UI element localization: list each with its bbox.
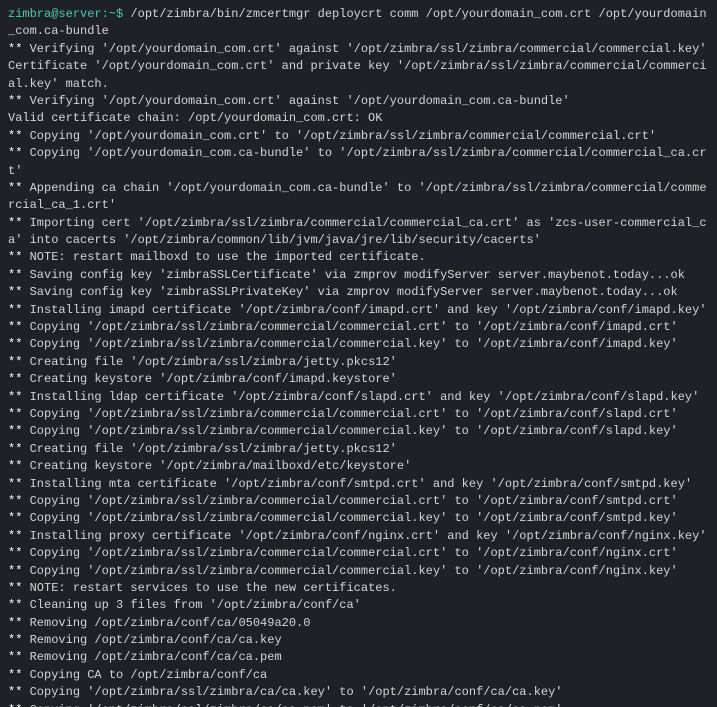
terminal-line: ** Cleaning up 3 files from '/opt/zimbra…: [8, 597, 709, 614]
terminal-line: ** Removing /opt/zimbra/conf/ca/05049a20…: [8, 615, 709, 632]
terminal-line: ** Saving config key 'zimbraSSLPrivateKe…: [8, 284, 709, 301]
terminal-line: ** Copying '/opt/zimbra/ssl/zimbra/comme…: [8, 406, 709, 423]
terminal-line: ** Appending ca chain '/opt/yourdomain_c…: [8, 180, 709, 215]
terminal-line: ** Copying '/opt/zimbra/ssl/zimbra/comme…: [8, 493, 709, 510]
terminal-line: ** Creating keystore '/opt/zimbra/mailbo…: [8, 458, 709, 475]
terminal-line: ** Copying '/opt/zimbra/ssl/zimbra/comme…: [8, 545, 709, 562]
terminal-output: zimbra@server:~$ /opt/zimbra/bin/zmcertm…: [8, 6, 709, 707]
terminal-line: ** Copying '/opt/yourdomain_com.crt' to …: [8, 128, 709, 145]
terminal-line: ** NOTE: restart services to use the new…: [8, 580, 709, 597]
terminal-line: ** Copying '/opt/zimbra/ssl/zimbra/comme…: [8, 510, 709, 527]
terminal-line: ** Copying '/opt/yourdomain_com.ca-bundl…: [8, 145, 709, 180]
terminal-line: Certificate '/opt/yourdomain_com.crt' an…: [8, 58, 709, 93]
terminal-line: ** Copying '/opt/zimbra/ssl/zimbra/comme…: [8, 563, 709, 580]
terminal-line: ** Copying '/opt/zimbra/ssl/zimbra/comme…: [8, 423, 709, 440]
terminal-line: ** Saving config key 'zimbraSSLCertifica…: [8, 267, 709, 284]
terminal-line: ** Creating file '/opt/zimbra/ssl/zimbra…: [8, 354, 709, 371]
terminal-line: ** Installing proxy certificate '/opt/zi…: [8, 528, 709, 545]
terminal-line: zimbra@server:~$ /opt/zimbra/bin/zmcertm…: [8, 6, 709, 41]
terminal-line: ** Copying '/opt/zimbra/ssl/zimbra/ca/ca…: [8, 684, 709, 701]
terminal-line: ** Creating keystore '/opt/zimbra/conf/i…: [8, 371, 709, 388]
terminal-line: ** Copying '/opt/zimbra/ssl/zimbra/ca/ca…: [8, 702, 709, 707]
terminal-window: zimbra@server:~$ /opt/zimbra/bin/zmcertm…: [0, 0, 717, 707]
terminal-line: ** NOTE: restart mailboxd to use the imp…: [8, 249, 709, 266]
terminal-line: ** Copying '/opt/zimbra/ssl/zimbra/comme…: [8, 319, 709, 336]
terminal-line: ** Removing /opt/zimbra/conf/ca/ca.key: [8, 632, 709, 649]
terminal-line: ** Copying CA to /opt/zimbra/conf/ca: [8, 667, 709, 684]
terminal-line: ** Removing /opt/zimbra/conf/ca/ca.pem: [8, 649, 709, 666]
terminal-line: ** Installing ldap certificate '/opt/zim…: [8, 389, 709, 406]
terminal-line: ** Importing cert '/opt/zimbra/ssl/zimbr…: [8, 215, 709, 250]
terminal-line: Valid certificate chain: /opt/yourdomain…: [8, 110, 709, 127]
terminal-line: ** Verifying '/opt/yourdomain_com.crt' a…: [8, 93, 709, 110]
terminal-line: ** Installing imapd certificate '/opt/zi…: [8, 302, 709, 319]
terminal-line: ** Verifying '/opt/yourdomain_com.crt' a…: [8, 41, 709, 58]
terminal-line: ** Installing mta certificate '/opt/zimb…: [8, 476, 709, 493]
terminal-line: ** Creating file '/opt/zimbra/ssl/zimbra…: [8, 441, 709, 458]
terminal-line: ** Copying '/opt/zimbra/ssl/zimbra/comme…: [8, 336, 709, 353]
